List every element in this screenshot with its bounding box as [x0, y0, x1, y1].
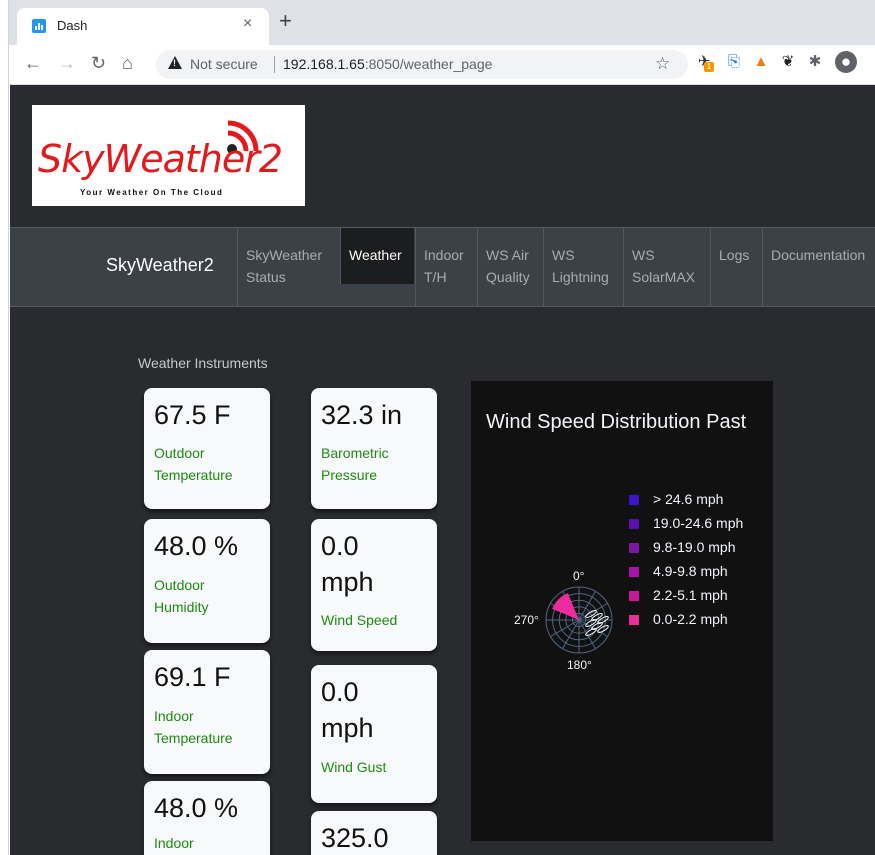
logo-tagline: Your Weather On The Cloud: [80, 188, 224, 197]
page-body: SkyWeather2 Your Weather On The Cloud Sk…: [10, 85, 875, 855]
card-value: 69.1 F: [154, 662, 231, 692]
angular-tick-label: 180°: [567, 658, 592, 672]
profile-avatar-icon[interactable]: ●: [835, 51, 857, 73]
extension-cone-icon[interactable]: ▲: [752, 53, 770, 71]
bookmark-star-icon[interactable]: ☆: [655, 54, 670, 74]
weather-instruments-heading: Weather Instruments: [138, 355, 268, 371]
card-label: Barometric Pressure: [321, 445, 389, 483]
nav-indoor-th[interactable]: Indoor T/H: [415, 228, 477, 306]
url-text[interactable]: 192.168.1.65:8050/weather_page: [283, 56, 492, 72]
tab-title: Dash: [57, 18, 88, 33]
card-value: 0.0 mph: [321, 531, 374, 597]
wind-distribution-chart: Wind Speed Distribution Past > 24.6 mph 1…: [471, 381, 773, 841]
navbar-brand[interactable]: SkyWeather2: [106, 255, 214, 276]
browser-tab[interactable]: Dash ×: [17, 8, 269, 45]
angular-tick-label: 270°: [514, 613, 539, 627]
card-label: Indoor Temperature: [154, 708, 233, 746]
polar-plot: [545, 586, 613, 654]
extension-tab-icon[interactable]: ⎘: [725, 53, 743, 71]
extension-badge: 1: [704, 62, 714, 72]
url-path: :8050/weather_page: [364, 56, 493, 72]
window-left-edge: [0, 0, 9, 855]
card-label: Wind Gust: [321, 759, 387, 775]
instrument-card: 67.5 F Outdoor Temperature: [144, 388, 270, 509]
nav-ws-lightning[interactable]: WS Lightning: [543, 228, 623, 306]
instrument-card: 325.0: [311, 811, 437, 855]
not-secure-label[interactable]: Not secure: [190, 56, 258, 72]
tab-strip: Dash × +: [9, 0, 875, 45]
browser-toolbar: ← → ↻ ⌂ Not secure 192.168.1.65:8050/wea…: [9, 45, 875, 85]
card-value: 48.0 %: [154, 531, 239, 561]
omnibox-separator: [274, 56, 275, 73]
card-value: 67.5 F: [154, 400, 231, 430]
instrument-card: 0.0 mph Wind Gust: [311, 665, 437, 803]
nav-logs[interactable]: Logs: [710, 228, 762, 306]
card-value: 48.0 %: [154, 793, 239, 823]
reload-icon[interactable]: ↻: [91, 53, 106, 73]
angular-tick-label: 0°: [573, 569, 585, 583]
skyweather-logo: SkyWeather2 Your Weather On The Cloud: [32, 105, 305, 206]
extensions-puzzle-icon[interactable]: ✱: [806, 53, 824, 71]
nav-skyweather-status[interactable]: SkyWeather Status: [237, 228, 331, 306]
polar-hatch-mark: [597, 625, 609, 633]
nav-ws-solarmax[interactable]: WS SolarMAX: [623, 228, 709, 306]
nav-ws-air-quality[interactable]: WS Air Quality: [477, 228, 543, 306]
instrument-card: 69.1 F Indoor Temperature: [144, 650, 270, 774]
instrument-card: 32.3 in Barometric Pressure: [311, 388, 437, 509]
forward-icon[interactable]: →: [58, 53, 76, 73]
nav-documentation[interactable]: Documentation: [762, 228, 875, 306]
home-icon[interactable]: ⌂: [122, 53, 133, 73]
new-tab-button[interactable]: +: [279, 10, 292, 32]
instrument-card: 48.0 % Outdoor Humidity: [144, 519, 270, 643]
extension-satellite-icon[interactable]: ✈1: [695, 53, 714, 72]
card-value: 32.3 in: [321, 400, 403, 430]
card-label: Outdoor Temperature: [154, 445, 233, 483]
address-bar[interactable]: Not secure 192.168.1.65:8050/weather_pag…: [156, 50, 688, 79]
logo-text: SkyWeather2: [38, 137, 283, 181]
back-icon[interactable]: ←: [24, 53, 42, 73]
top-navbar: SkyWeather2 SkyWeather Status Weather In…: [10, 227, 875, 307]
instrument-card: 48.0 % Indoor: [144, 781, 270, 855]
wind-sector-bar[interactable]: [552, 593, 579, 620]
dash-favicon-icon: [32, 19, 46, 33]
card-label: Wind Speed: [321, 612, 398, 628]
instrument-card: 0.0 mph Wind Speed: [311, 519, 437, 651]
url-host: 192.168.1.65: [283, 56, 365, 72]
nav-weather[interactable]: Weather: [340, 228, 414, 284]
card-value: 325.0: [321, 823, 389, 853]
card-value: 0.0 mph: [321, 677, 374, 743]
card-label: Outdoor Humidity: [154, 577, 209, 615]
card-label: Indoor: [154, 835, 194, 851]
tab-close-icon[interactable]: ×: [243, 15, 252, 33]
warning-icon[interactable]: [168, 56, 182, 69]
extension-paw-icon[interactable]: ❦: [779, 53, 797, 71]
